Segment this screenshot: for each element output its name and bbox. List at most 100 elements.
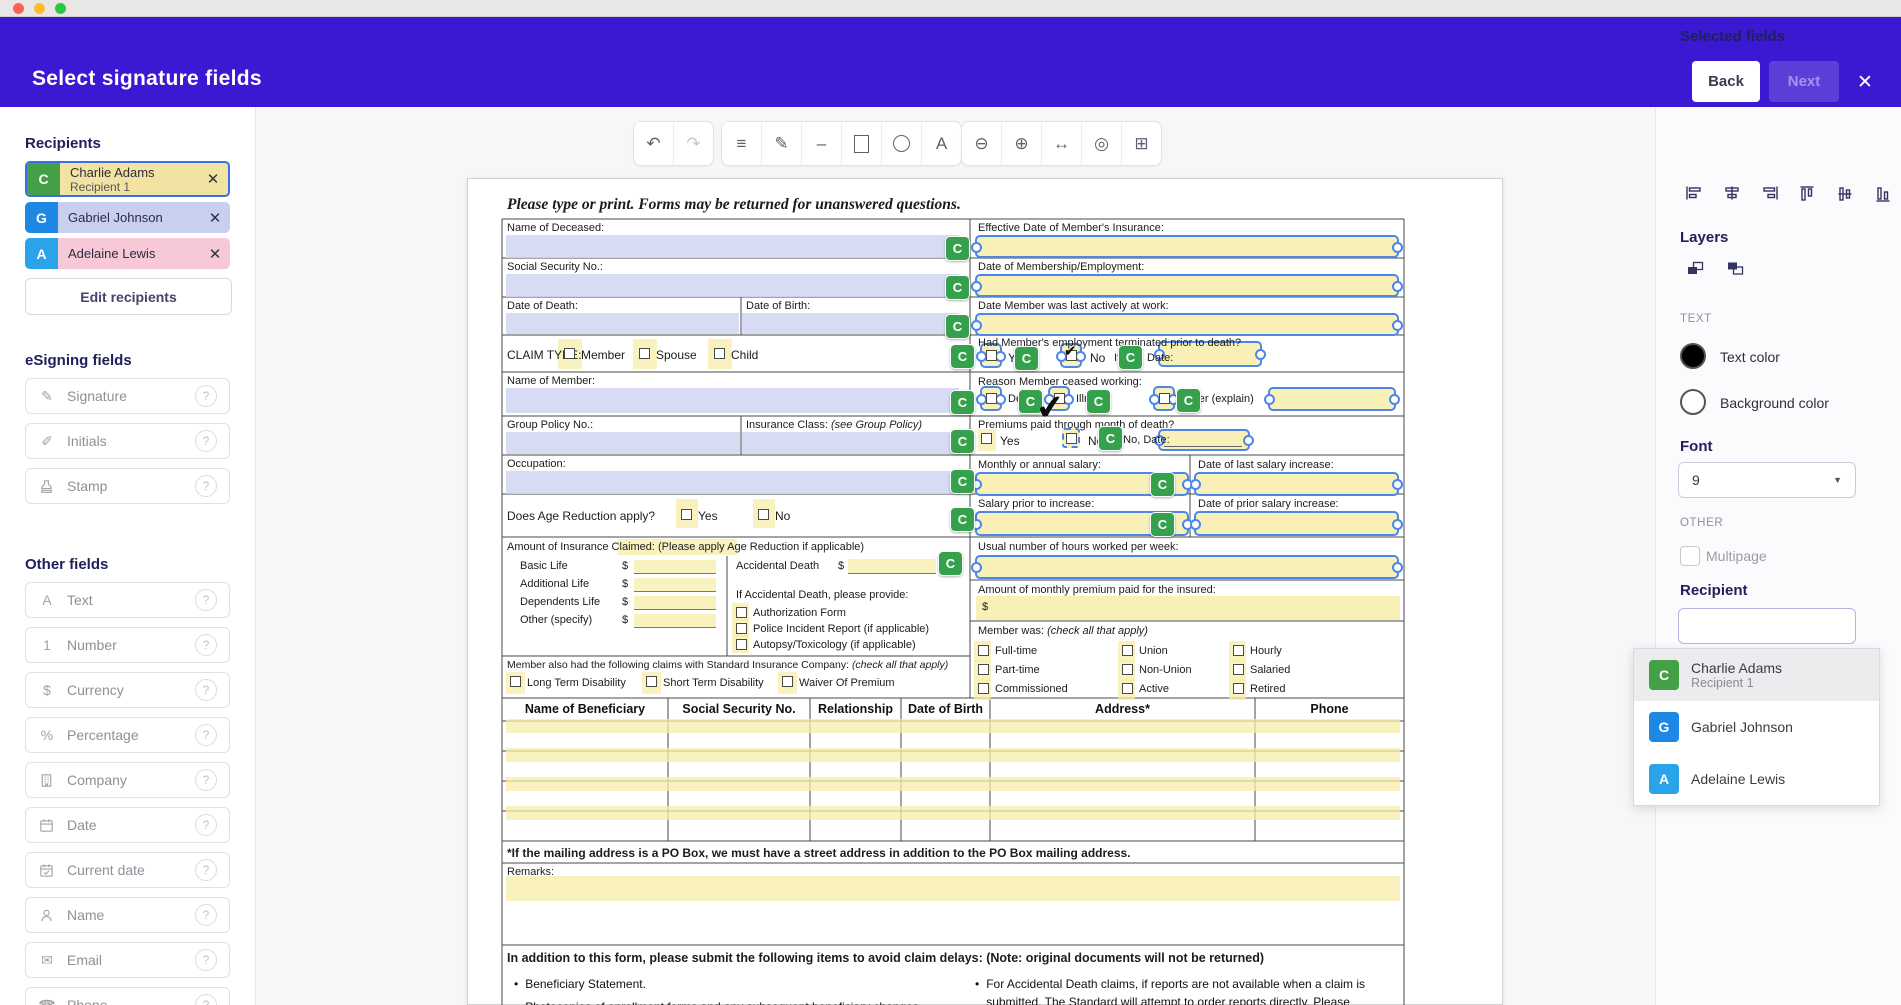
field-button-company[interactable]: Company ? — [25, 762, 230, 798]
send-backward-icon[interactable] — [1726, 260, 1745, 277]
bring-forward-icon[interactable] — [1686, 260, 1705, 277]
ellipse-tool-icon[interactable] — [882, 122, 922, 165]
field-button-email[interactable]: ✉ Email ? — [25, 942, 230, 978]
selected-field[interactable] — [975, 555, 1399, 579]
recipient-badge[interactable]: C — [945, 275, 970, 300]
remove-recipient-icon[interactable]: ✕ — [200, 238, 230, 269]
help-icon[interactable]: ? — [195, 634, 217, 656]
checkbox[interactable] — [978, 645, 989, 656]
checkbox[interactable] — [1066, 433, 1077, 444]
help-icon[interactable]: ? — [195, 724, 217, 746]
text-field-placed[interactable] — [506, 471, 959, 494]
text-field-placed[interactable] — [506, 432, 740, 454]
checkbox[interactable] — [1233, 645, 1244, 656]
recipient-badge[interactable]: C — [1098, 426, 1123, 451]
help-icon[interactable]: ? — [195, 769, 217, 791]
align-left-icon[interactable] — [1686, 186, 1702, 200]
recipient-badge[interactable]: C — [945, 314, 970, 339]
recipient-badge[interactable]: C — [1150, 512, 1175, 537]
recipient-badge[interactable]: C — [950, 390, 975, 415]
recipient-badge[interactable]: C — [1118, 345, 1143, 370]
traffic-light-zoom-icon[interactable] — [55, 3, 66, 14]
font-size-select[interactable]: 9 ▼ — [1678, 462, 1856, 498]
zoom-in-icon[interactable]: ⊕ — [1002, 122, 1042, 165]
dropdown-item-charlie[interactable]: C Charlie AdamsRecipient 1 — [1634, 649, 1879, 701]
field-button-text[interactable]: A Text ? — [25, 582, 230, 618]
checkbox[interactable] — [1122, 683, 1133, 694]
align-center-horizontal-icon[interactable] — [1724, 186, 1740, 200]
help-icon[interactable]: ? — [195, 994, 217, 1005]
field-button-phone[interactable]: ☎ Phone ? — [25, 987, 230, 1005]
align-bottom-icon[interactable] — [1876, 186, 1890, 202]
checkbox[interactable] — [981, 433, 992, 444]
checkbox[interactable] — [1122, 664, 1133, 675]
text-field-placed[interactable] — [506, 313, 739, 334]
zoom-out-icon[interactable]: ⊖ — [962, 122, 1002, 165]
checkbox[interactable] — [986, 393, 997, 404]
recipient-badge[interactable]: C — [945, 236, 970, 261]
recipient-badge[interactable]: C — [950, 429, 975, 454]
align-right-icon[interactable] — [1762, 186, 1778, 200]
multipage-checkbox[interactable] — [1680, 546, 1700, 566]
help-icon[interactable]: ? — [195, 859, 217, 881]
premium-field[interactable] — [976, 596, 1400, 620]
field-button-number[interactable]: 1 Number ? — [25, 627, 230, 663]
amount-field[interactable] — [634, 560, 716, 574]
align-middle-vertical-icon[interactable] — [1838, 186, 1852, 202]
selected-field[interactable] — [975, 274, 1399, 297]
lines-tool-icon[interactable]: ≡ — [722, 122, 762, 165]
field-button-name[interactable]: Name ? — [25, 897, 230, 933]
field-button-current-date[interactable]: Current date ? — [25, 852, 230, 888]
focus-icon[interactable]: ◎ — [1082, 122, 1122, 165]
next-button[interactable]: Next — [1769, 61, 1839, 102]
selected-field[interactable] — [975, 313, 1399, 336]
field-button-stamp[interactable]: Stamp ? — [25, 468, 230, 504]
checkbox[interactable] — [978, 664, 989, 675]
table-row-field[interactable] — [506, 806, 1400, 820]
help-icon[interactable]: ? — [195, 475, 217, 497]
back-button[interactable]: Back — [1692, 61, 1760, 102]
pencil-tool-icon[interactable]: ✎ — [762, 122, 802, 165]
remove-recipient-icon[interactable]: ✕ — [200, 202, 230, 233]
selected-field[interactable] — [975, 235, 1399, 258]
redo-icon[interactable]: ↷ — [674, 122, 713, 165]
help-icon[interactable]: ? — [195, 949, 217, 971]
undo-icon[interactable]: ↶ — [634, 122, 674, 165]
rectangle-tool-icon[interactable] — [842, 122, 882, 165]
checkbox[interactable] — [736, 623, 747, 634]
amount-field[interactable] — [848, 559, 936, 574]
amount-field[interactable] — [634, 596, 716, 610]
dropdown-item-gabriel[interactable]: G Gabriel Johnson — [1634, 701, 1879, 753]
checkbox[interactable] — [978, 683, 989, 694]
recipient-chip-charlie[interactable]: C Charlie AdamsRecipient 1 ✕ — [25, 161, 230, 197]
checkbox[interactable] — [1233, 664, 1244, 675]
text-color-swatch[interactable] — [1680, 343, 1706, 369]
remarks-field[interactable] — [506, 876, 1400, 901]
help-icon[interactable]: ? — [195, 589, 217, 611]
dropdown-item-adelaine[interactable]: A Adelaine Lewis — [1634, 753, 1879, 805]
fit-width-icon[interactable]: ↔ — [1042, 122, 1082, 165]
recipient-badge[interactable]: C — [1150, 472, 1175, 497]
checkbox[interactable] — [986, 350, 997, 361]
recipient-badge[interactable]: C — [1086, 389, 1111, 414]
text-field-placed[interactable] — [506, 388, 959, 413]
recipient-badge[interactable]: C — [1014, 346, 1039, 371]
traffic-light-close-icon[interactable] — [13, 3, 24, 14]
checkbox[interactable] — [510, 676, 521, 687]
recipient-badge[interactable]: C — [938, 551, 963, 576]
table-row-field[interactable] — [506, 777, 1400, 791]
recipient-badge[interactable]: C — [950, 344, 975, 369]
checkbox[interactable] — [646, 676, 657, 687]
grid-icon[interactable]: ⊞ — [1122, 122, 1161, 165]
checkbox[interactable] — [1233, 683, 1244, 694]
recipient-badge[interactable]: C — [1176, 388, 1201, 413]
selected-field[interactable] — [1268, 387, 1396, 411]
remove-recipient-icon[interactable]: ✕ — [198, 163, 228, 195]
amount-field[interactable] — [634, 578, 716, 592]
recipient-chip-gabriel[interactable]: G Gabriel Johnson ✕ — [25, 202, 230, 233]
table-row-field[interactable] — [506, 719, 1400, 733]
text-field-placed[interactable] — [506, 274, 959, 297]
checkbox[interactable] — [564, 348, 575, 359]
align-top-icon[interactable] — [1800, 186, 1814, 202]
checkbox[interactable] — [1159, 393, 1170, 404]
